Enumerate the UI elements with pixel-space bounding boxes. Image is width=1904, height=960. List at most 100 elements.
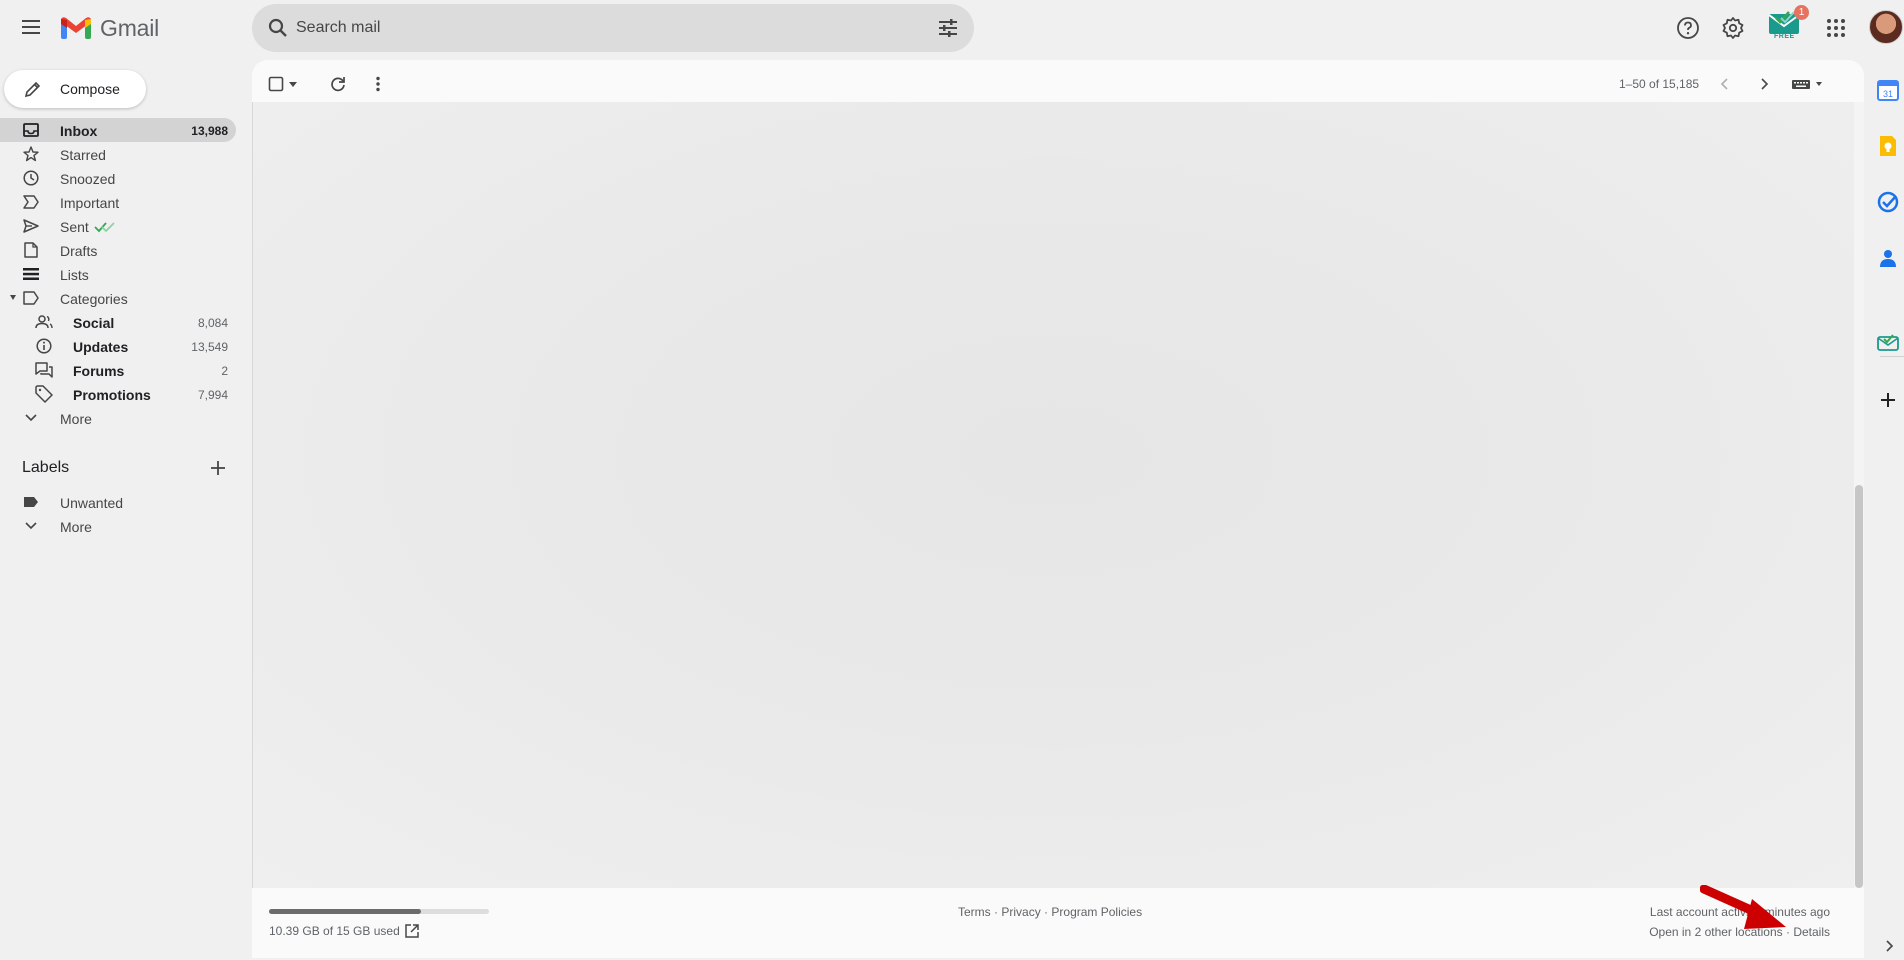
calendar-icon: 31 bbox=[1877, 80, 1899, 101]
show-side-panel-button[interactable] bbox=[1882, 938, 1898, 954]
mail-list-panel: 1–50 of 15,185 10.39 GB of 15 GB used Te… bbox=[252, 60, 1864, 958]
extension-badge: 1 bbox=[1794, 5, 1809, 20]
svg-text:31: 31 bbox=[1883, 89, 1893, 99]
sidebar-item-important[interactable]: Important bbox=[0, 190, 236, 214]
mail-footer bbox=[252, 888, 1864, 958]
tasks-app-button[interactable] bbox=[1874, 188, 1902, 216]
separator: · bbox=[994, 905, 999, 919]
sidebar-item-promotions[interactable]: Promotions 7,994 bbox=[0, 382, 236, 406]
tag-icon bbox=[35, 385, 53, 403]
terms-link[interactable]: Terms bbox=[958, 905, 991, 919]
chevron-left-icon bbox=[1720, 78, 1728, 90]
top-bar: Gmail 1 FREE bbox=[0, 0, 1904, 56]
compose-button[interactable]: Compose bbox=[4, 70, 146, 108]
sidebar-item-label: Drafts bbox=[60, 243, 98, 259]
clock-icon bbox=[22, 169, 40, 187]
hamburger-menu-icon bbox=[22, 20, 40, 34]
annotation-arrow-icon bbox=[1700, 885, 1786, 929]
sidebar-item-snoozed[interactable]: Snoozed bbox=[0, 166, 236, 190]
label-name: Unwanted bbox=[60, 495, 124, 511]
expand-caret-icon[interactable] bbox=[10, 295, 16, 300]
tasks-icon bbox=[1877, 191, 1899, 213]
forum-icon bbox=[35, 361, 53, 379]
privacy-link[interactable]: Privacy bbox=[1001, 905, 1040, 919]
account-avatar[interactable] bbox=[1869, 10, 1903, 44]
select-all-checkbox[interactable] bbox=[266, 72, 286, 96]
newer-button[interactable] bbox=[1712, 72, 1736, 96]
get-addons-button[interactable] bbox=[1874, 386, 1902, 414]
plus-icon bbox=[1881, 393, 1895, 407]
open-in-new-icon bbox=[405, 924, 419, 938]
keep-app-button[interactable] bbox=[1874, 132, 1902, 160]
labels-more-label: More bbox=[60, 519, 92, 535]
select-dropdown[interactable] bbox=[286, 72, 300, 96]
create-label-button[interactable] bbox=[208, 458, 228, 478]
gmail-logo[interactable]: Gmail bbox=[60, 14, 159, 42]
sidebar-item-label: Sent bbox=[60, 219, 89, 235]
contacts-icon bbox=[1880, 250, 1896, 267]
checkbox-icon bbox=[268, 76, 284, 92]
settings-button[interactable] bbox=[1715, 10, 1751, 46]
labels-heading: Labels bbox=[22, 459, 70, 476]
scrollbar-thumb[interactable] bbox=[1855, 485, 1863, 888]
sidebar-item-drafts[interactable]: Drafts bbox=[0, 238, 236, 262]
sidebar-item-label: Categories bbox=[60, 291, 128, 307]
sidebar-item-label: Social bbox=[73, 315, 115, 331]
side-panel: 31 bbox=[1866, 56, 1904, 960]
sidebar-item-more[interactable]: More bbox=[0, 406, 236, 430]
star-icon bbox=[22, 145, 40, 163]
sidebar-item-label: Starred bbox=[60, 147, 106, 163]
label-item-unwanted[interactable]: Unwanted bbox=[0, 490, 236, 514]
older-button[interactable] bbox=[1753, 72, 1777, 96]
sidebar-item-starred[interactable]: Starred bbox=[0, 142, 236, 166]
important-icon bbox=[22, 193, 40, 211]
caret-down-icon bbox=[289, 81, 297, 87]
keyboard-icon bbox=[1792, 80, 1822, 89]
unread-count: 2 bbox=[221, 364, 228, 378]
storage-meter bbox=[269, 909, 489, 914]
help-button[interactable] bbox=[1670, 10, 1706, 46]
unread-count: 8,084 bbox=[197, 316, 228, 330]
info-icon bbox=[35, 337, 53, 355]
manage-storage-link[interactable] bbox=[404, 923, 420, 939]
sidebar-item-sent[interactable]: Sent bbox=[0, 214, 236, 238]
footer-links: Terms · Privacy · Program Policies bbox=[958, 905, 1142, 919]
mail-tracker-addon-button[interactable] bbox=[1874, 328, 1902, 356]
more-options-button[interactable] bbox=[366, 72, 390, 96]
sidebar-item-label: More bbox=[60, 411, 92, 427]
mail-list-area bbox=[252, 102, 1854, 888]
calendar-app-button[interactable]: 31 bbox=[1874, 76, 1902, 104]
sidebar-item-categories[interactable]: Categories bbox=[0, 286, 236, 310]
program-policies-link[interactable]: Program Policies bbox=[1051, 905, 1142, 919]
labels-more[interactable]: More bbox=[0, 514, 236, 538]
sidebar-item-lists[interactable]: Lists bbox=[0, 262, 236, 286]
sidebar-item-label: Updates bbox=[73, 339, 129, 355]
unread-count: 7,994 bbox=[197, 388, 228, 402]
main-menu-button[interactable] bbox=[17, 12, 47, 42]
labels-list: Unwanted More bbox=[0, 490, 240, 538]
refresh-button[interactable] bbox=[326, 72, 350, 96]
google-apps-button[interactable] bbox=[1818, 10, 1854, 46]
contacts-app-button[interactable] bbox=[1874, 244, 1902, 272]
settings-icon bbox=[1722, 17, 1744, 39]
search-input[interactable] bbox=[296, 4, 896, 52]
search-options-icon[interactable] bbox=[936, 16, 960, 40]
double-check-icon bbox=[94, 220, 116, 238]
sidebar-nav: Inbox 13,988 Starred Snoozed Important S… bbox=[0, 118, 240, 430]
unread-count: 13,549 bbox=[191, 340, 228, 354]
sidebar-item-updates[interactable]: Updates 13,549 bbox=[0, 334, 236, 358]
sidebar-item-inbox[interactable]: Inbox 13,988 bbox=[0, 118, 236, 142]
separator: · bbox=[1044, 905, 1049, 919]
app-name: Gmail bbox=[100, 14, 160, 41]
list-icon bbox=[22, 265, 40, 283]
sidebar-item-label: Important bbox=[60, 195, 120, 211]
sidebar-item-label: Forums bbox=[73, 363, 125, 379]
label-outline-icon bbox=[22, 289, 40, 307]
mail-tracker-icon bbox=[1877, 334, 1899, 351]
more-vert-icon bbox=[376, 76, 380, 92]
sidebar-item-social[interactable]: Social 8,084 bbox=[0, 310, 236, 334]
search-icon[interactable] bbox=[266, 16, 290, 40]
input-tools-button[interactable] bbox=[1791, 72, 1827, 96]
sidebar-item-forums[interactable]: Forums 2 bbox=[0, 358, 236, 382]
help-icon bbox=[1677, 17, 1699, 39]
